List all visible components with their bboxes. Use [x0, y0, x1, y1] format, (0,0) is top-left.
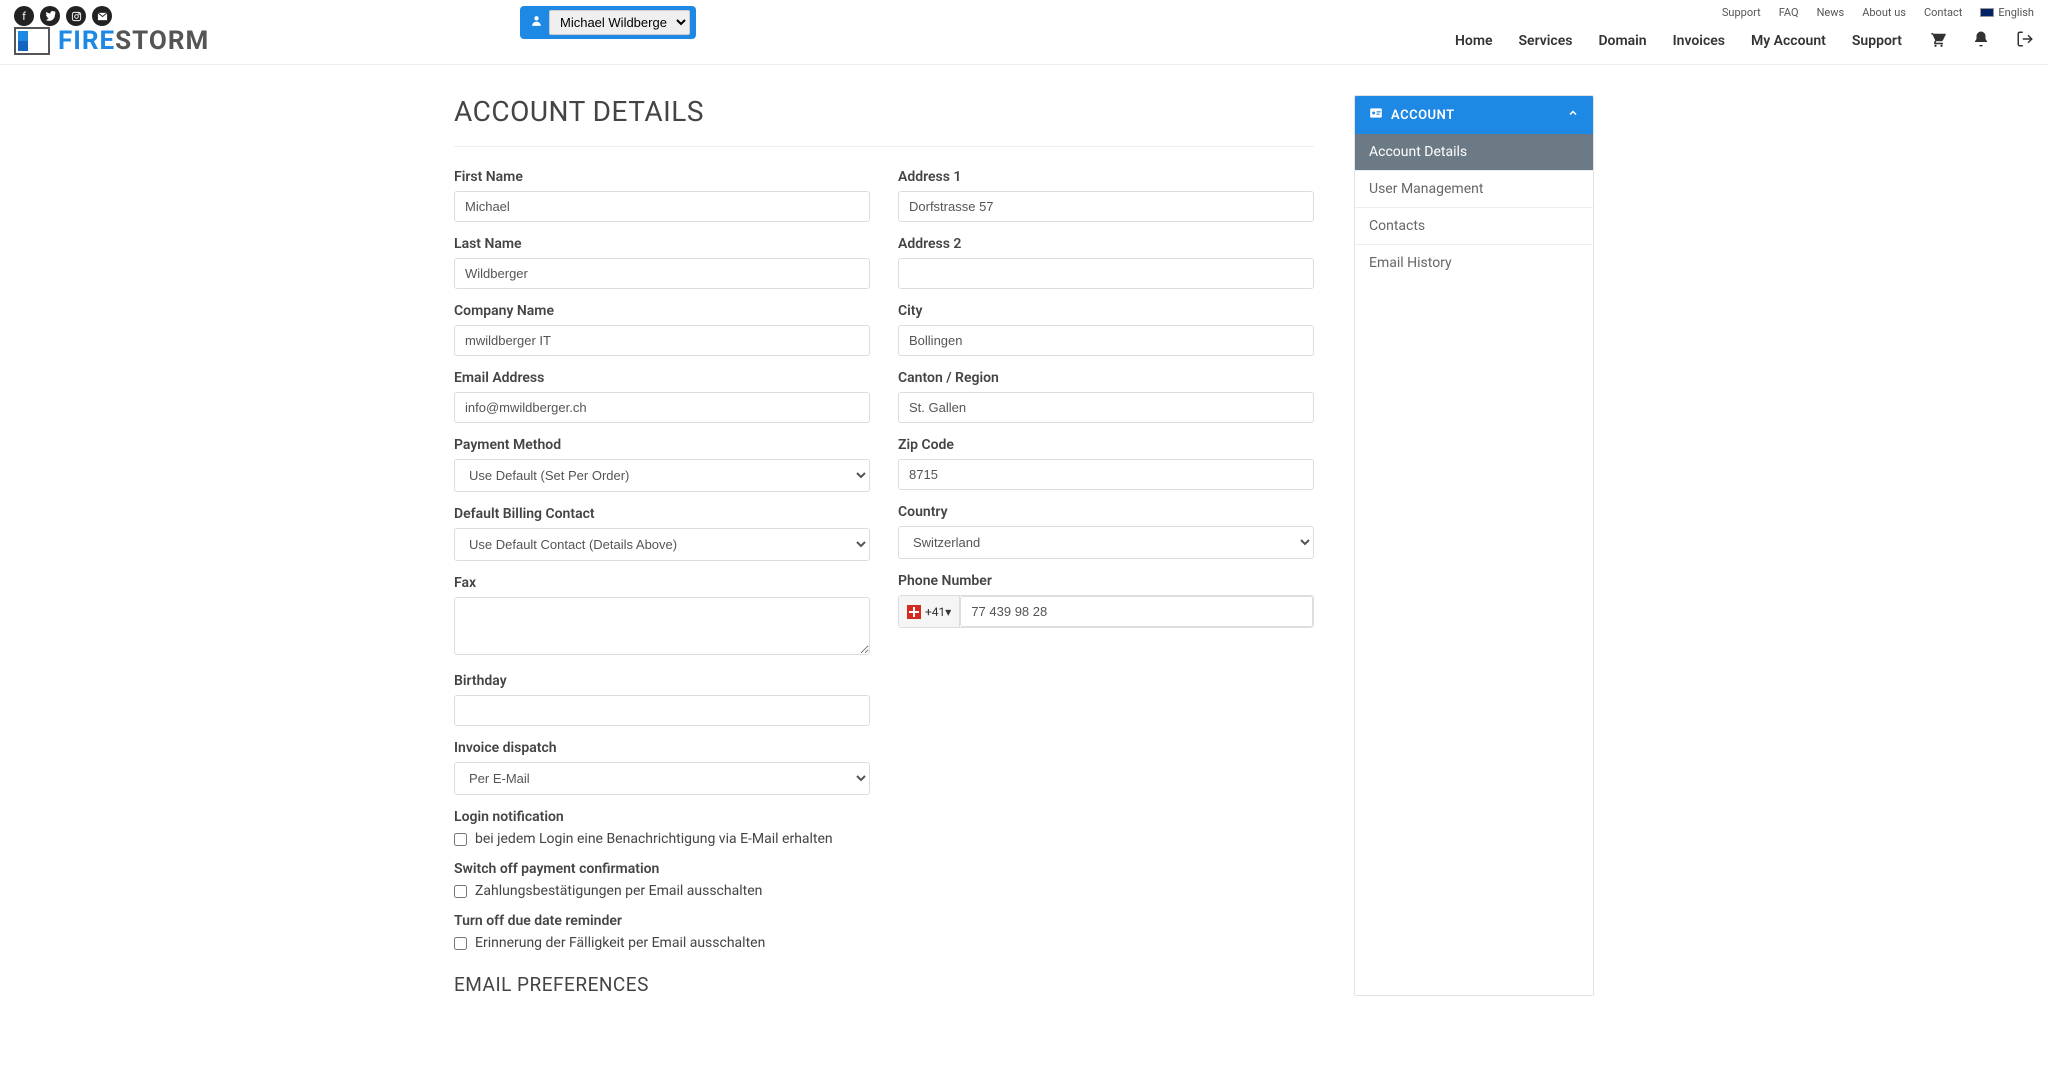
label-address2: Address 2: [898, 236, 1314, 252]
side-item-contacts[interactable]: Contacts: [1355, 208, 1593, 245]
logo-icon: [14, 27, 50, 55]
phone-input-group: +41▾: [898, 595, 1314, 628]
input-canton[interactable]: [898, 392, 1314, 423]
chevron-up-icon: [1567, 107, 1579, 123]
input-city[interactable]: [898, 325, 1314, 356]
input-first-name[interactable]: [454, 191, 870, 222]
select-default-billing[interactable]: Use Default Contact (Details Above): [454, 528, 870, 561]
label-turn-off-due-desc: Erinnerung der Fälligkeit per Email auss…: [475, 935, 765, 951]
user-switcher[interactable]: Michael Wildberge: [520, 6, 696, 39]
logo-text: FIRESTORM: [58, 26, 209, 56]
checkbox-login-notification[interactable]: [454, 833, 467, 846]
social-icons: f: [14, 6, 112, 26]
logout-icon[interactable]: [2016, 30, 2034, 52]
bell-icon[interactable]: [1972, 30, 1990, 52]
label-birthday: Birthday: [454, 673, 870, 689]
select-country[interactable]: Switzerland: [898, 526, 1314, 559]
input-last-name[interactable]: [454, 258, 870, 289]
side-item-email-history[interactable]: Email History: [1355, 245, 1593, 281]
label-turn-off-due: Turn off due date reminder: [454, 913, 870, 929]
twitter-icon[interactable]: [40, 6, 60, 26]
label-city: City: [898, 303, 1314, 319]
label-phone: Phone Number: [898, 573, 1314, 589]
label-canton: Canton / Region: [898, 370, 1314, 386]
label-switch-off-payment-desc: Zahlungsbestätigungen per Email ausschal…: [475, 883, 762, 899]
label-email: Email Address: [454, 370, 870, 386]
label-login-notification: Login notification: [454, 809, 870, 825]
top-link-about[interactable]: About us: [1862, 6, 1906, 19]
checkbox-turn-off-due[interactable]: [454, 937, 467, 950]
phone-prefix[interactable]: +41▾: [899, 596, 960, 627]
label-last-name: Last Name: [454, 236, 870, 252]
input-company-name[interactable]: [454, 325, 870, 356]
select-payment-method[interactable]: Use Default (Set Per Order): [454, 459, 870, 492]
user-icon: [530, 14, 543, 31]
facebook-icon[interactable]: f: [14, 6, 34, 26]
label-invoice-dispatch: Invoice dispatch: [454, 740, 870, 756]
cart-icon[interactable]: [1928, 30, 1946, 52]
section-email-prefs: EMAIL PREFERENCES: [454, 973, 870, 996]
label-zip: Zip Code: [898, 437, 1314, 453]
instagram-icon[interactable]: [66, 6, 86, 26]
flag-uk-icon: [1980, 8, 1994, 17]
label-address1: Address 1: [898, 169, 1314, 185]
checkbox-switch-off-payment[interactable]: [454, 885, 467, 898]
input-address2[interactable]: [898, 258, 1314, 289]
input-fax[interactable]: [454, 597, 870, 655]
nav-domain[interactable]: Domain: [1598, 33, 1646, 49]
label-switch-off-payment: Switch off payment confirmation: [454, 861, 870, 877]
label-fax: Fax: [454, 575, 870, 591]
divider: [454, 146, 1314, 147]
flag-ch-icon: [907, 605, 921, 619]
label-first-name: First Name: [454, 169, 870, 185]
input-email[interactable]: [454, 392, 870, 423]
label-login-notification-desc: bei jedem Login eine Benachrichtigung vi…: [475, 831, 833, 847]
side-panel-account: ACCOUNT Account Details User Management …: [1354, 95, 1594, 996]
nav-my-account[interactable]: My Account: [1751, 33, 1826, 49]
top-link-contact[interactable]: Contact: [1924, 6, 1962, 19]
top-link-news[interactable]: News: [1817, 6, 1845, 19]
select-invoice-dispatch[interactable]: Per E-Mail: [454, 762, 870, 795]
user-select[interactable]: Michael Wildberge: [549, 10, 690, 35]
nav-services[interactable]: Services: [1519, 33, 1573, 49]
page-title: ACCOUNT DETAILS: [454, 95, 1314, 128]
input-zip[interactable]: [898, 459, 1314, 490]
account-card-icon: [1369, 106, 1383, 124]
nav-invoices[interactable]: Invoices: [1673, 33, 1725, 49]
top-link-support[interactable]: Support: [1722, 6, 1761, 19]
logo[interactable]: FIRESTORM: [14, 26, 209, 56]
side-item-account-details[interactable]: Account Details: [1355, 134, 1593, 171]
mail-icon[interactable]: [92, 6, 112, 26]
input-phone[interactable]: [960, 596, 1313, 627]
side-panel-header[interactable]: ACCOUNT: [1355, 96, 1593, 134]
label-country: Country: [898, 504, 1314, 520]
side-panel-title: ACCOUNT: [1391, 108, 1455, 123]
phone-prefix-text: +41▾: [925, 605, 951, 619]
main-nav: Home Services Domain Invoices My Account…: [1455, 30, 2034, 52]
nav-support[interactable]: Support: [1852, 33, 1902, 49]
side-item-user-management[interactable]: User Management: [1355, 171, 1593, 208]
top-link-faq[interactable]: FAQ: [1779, 6, 1799, 19]
nav-home[interactable]: Home: [1455, 33, 1493, 49]
label-default-billing: Default Billing Contact: [454, 506, 870, 522]
label-payment-method: Payment Method: [454, 437, 870, 453]
input-address1[interactable]: [898, 191, 1314, 222]
input-birthday[interactable]: [454, 695, 870, 726]
label-company-name: Company Name: [454, 303, 870, 319]
language-label: English: [1998, 6, 2034, 19]
language-selector[interactable]: English: [1980, 6, 2034, 19]
top-links: Support FAQ News About us Contact Englis…: [1722, 6, 2034, 19]
